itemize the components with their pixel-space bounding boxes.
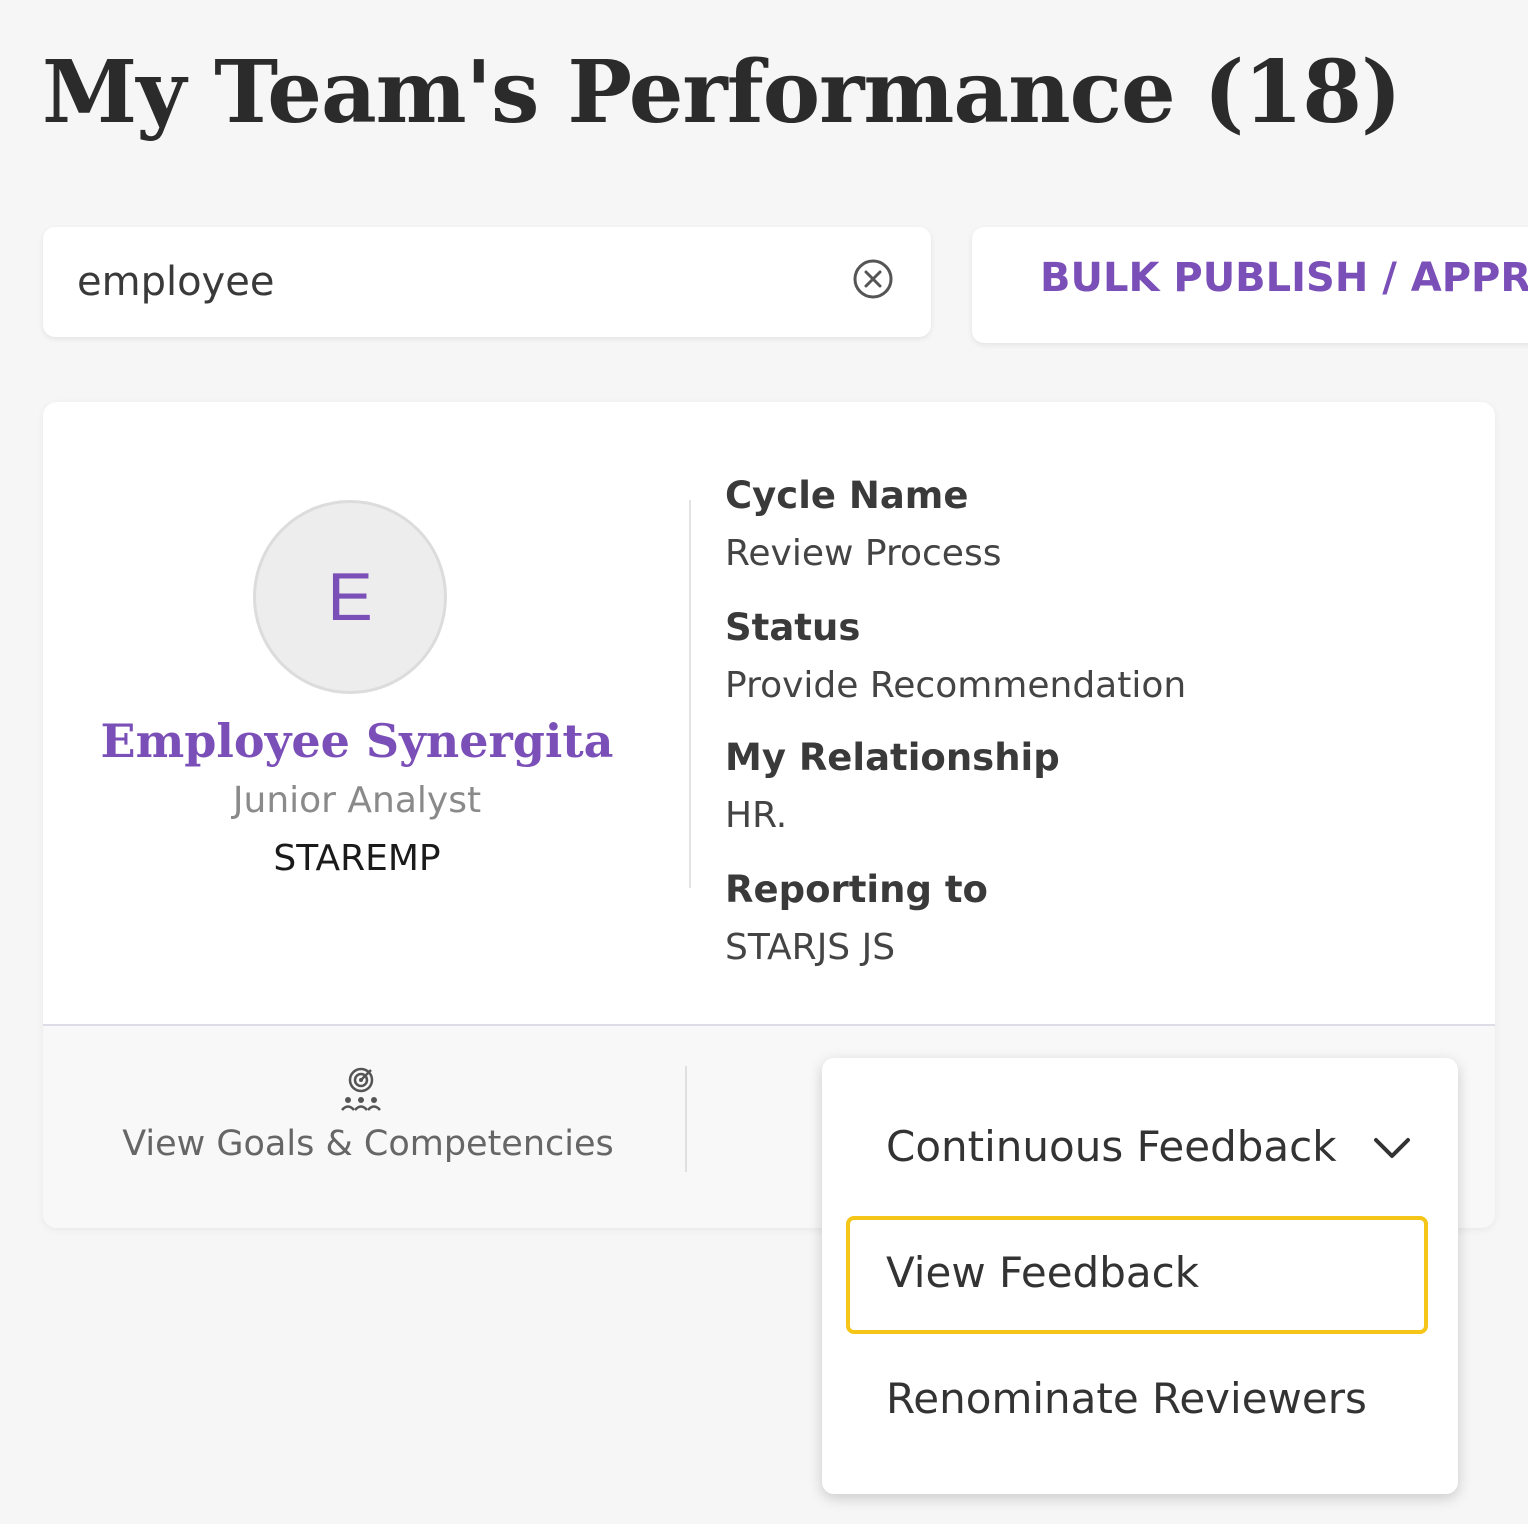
continuous-feedback-toggle[interactable]: Continuous Feedback	[822, 1098, 1458, 1198]
page-title: My Team's Performance (18)	[42, 42, 1402, 143]
reporting-to-block: Reporting to STARJS JS	[725, 868, 988, 970]
continuous-feedback-label: Continuous Feedback	[886, 1122, 1337, 1171]
goals-target-team-icon	[341, 1067, 381, 1111]
search-input[interactable]	[77, 247, 817, 317]
footer-divider	[685, 1066, 687, 1172]
status-label: Status	[725, 606, 861, 649]
menu-item-view-feedback[interactable]: View Feedback	[846, 1216, 1428, 1334]
status-value: Provide Recommendation	[725, 665, 1187, 706]
status-block: Status Provide Recommendation	[725, 606, 1186, 708]
view-goals-competencies-label: View Goals & Competencies	[122, 1124, 614, 1164]
menu-item-renominate-reviewers[interactable]: Renominate Reviewers	[846, 1342, 1428, 1460]
cycle-name-label: Cycle Name	[725, 474, 969, 517]
reporting-to-label: Reporting to	[725, 868, 988, 911]
relationship-label: My Relationship	[725, 736, 1060, 779]
employee-job-title: Junior Analyst	[232, 780, 482, 821]
bulk-publish-approve-button[interactable]: BULK PUBLISH / APPRO	[972, 227, 1528, 343]
cycle-name-value: Review Process	[725, 533, 1002, 574]
view-goals-competencies-link[interactable]: View Goals & Competencies	[83, 1062, 653, 1182]
page: My Team's Performance (18) BULK PUBLISH …	[0, 0, 1528, 1524]
avatar: E	[253, 500, 447, 694]
reporting-to-value: STARJS JS	[725, 927, 896, 968]
relationship-block: My Relationship HR.	[725, 736, 1060, 838]
menu-item-label: View Feedback	[886, 1248, 1200, 1297]
continuous-feedback-dropdown: Continuous Feedback View Feedback Renomi…	[822, 1058, 1458, 1494]
menu-item-label: Renominate Reviewers	[886, 1374, 1367, 1423]
vertical-divider	[689, 500, 691, 888]
relationship-value: HR.	[725, 795, 788, 836]
chevron-down-icon	[1374, 1138, 1410, 1158]
search-box	[43, 227, 931, 337]
employee-code: STAREMP	[273, 838, 441, 879]
employee-name[interactable]: Employee Synergita	[43, 714, 671, 768]
bulk-publish-approve-label: BULK PUBLISH / APPRO	[1040, 255, 1528, 301]
close-circle-icon[interactable]	[851, 257, 895, 301]
cycle-name-block: Cycle Name Review Process	[725, 474, 1001, 576]
